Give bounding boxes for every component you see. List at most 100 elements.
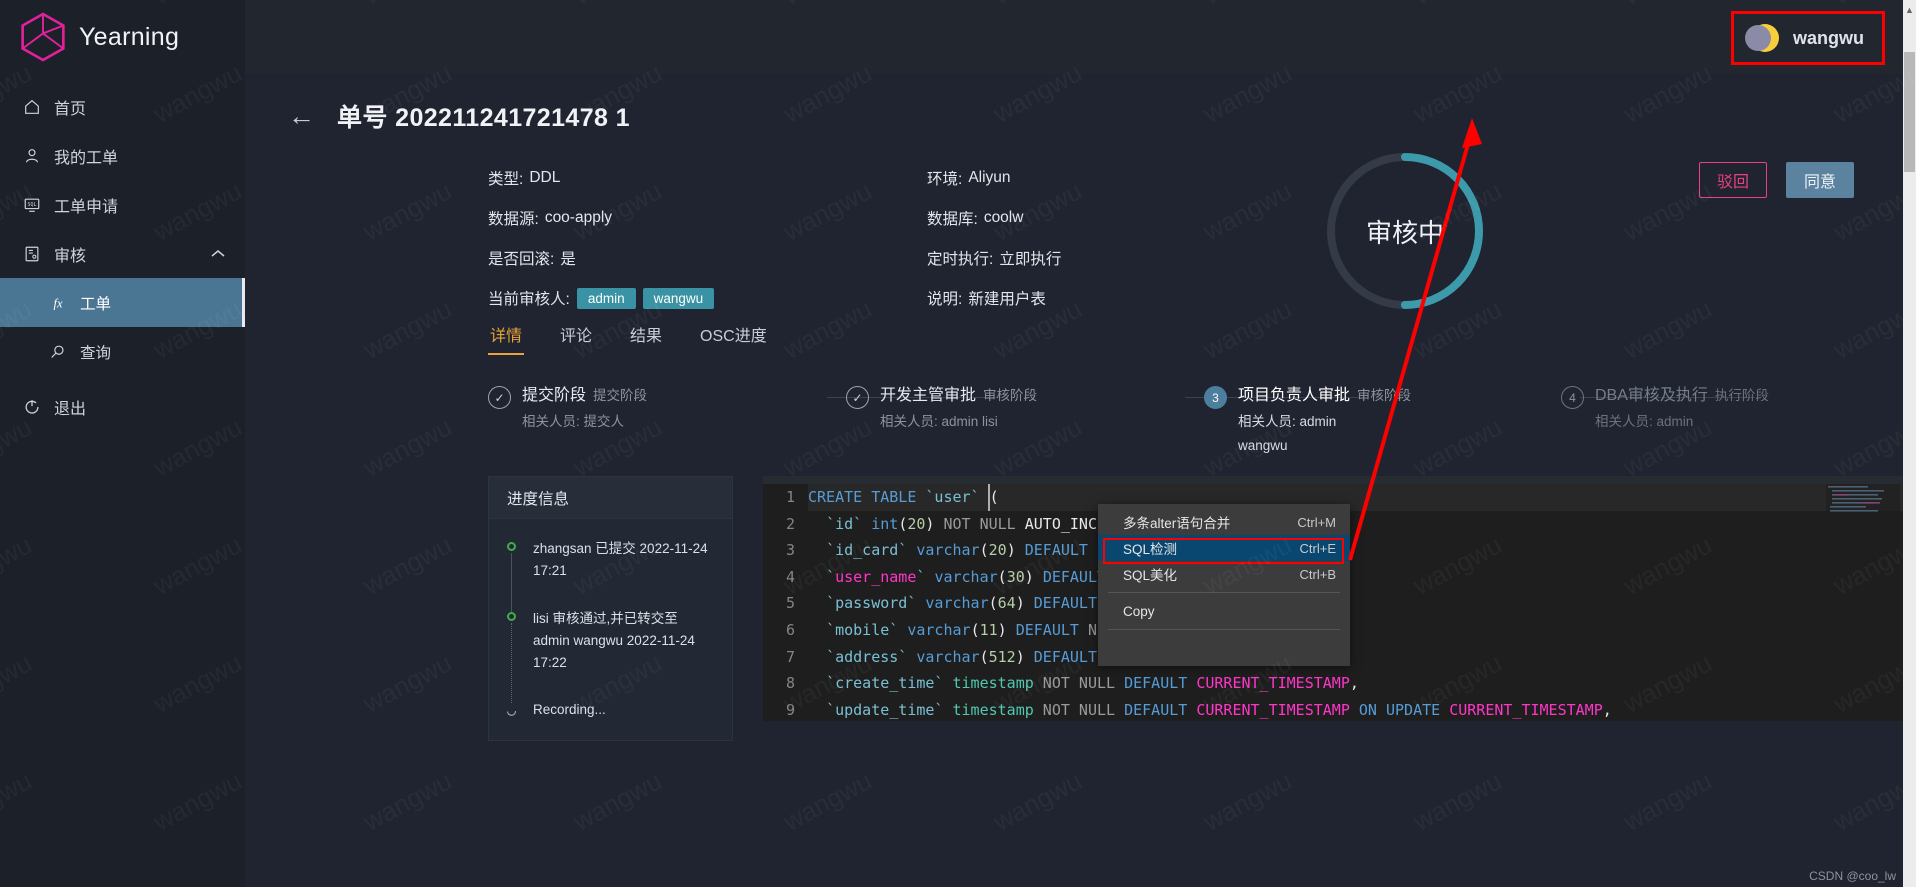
ctx-shortcut: Ctrl+B (1299, 566, 1336, 582)
reviewer-tag: admin (576, 287, 636, 309)
timeline-dot-icon (507, 611, 516, 621)
check-icon: ✓ (488, 386, 511, 409)
editor-lines[interactable]: CREATE TABLE `user` ( `id` int(20) NOT N… (808, 484, 1903, 721)
sidebar-item-query[interactable]: 查询 (0, 327, 245, 376)
step-people: 相关人员: 提交人 (522, 413, 625, 429)
back-arrow-icon[interactable]: ← (288, 102, 315, 130)
code-token: ( (979, 541, 989, 560)
editor-line[interactable]: `create_time` timestamp NOT NULL DEFAULT… (808, 670, 1903, 697)
code-token: ) (1015, 594, 1034, 613)
info-row: 说明: 新建用户表 (927, 278, 1061, 318)
timeline-item: lisi 审核通过,并已转交至 admin wangwu 2022-11-24 … (507, 608, 716, 704)
editor-line[interactable]: `password` varchar(64) DEFAULT NULL, (808, 590, 1903, 617)
editor-line[interactable]: `user_name` varchar(30) DEFAULT NULL, (808, 564, 1903, 591)
editor-line[interactable]: `mobile` varchar(11) DEFAULT NULL, (808, 617, 1903, 644)
sidebar-item-label: 工单 (80, 295, 112, 313)
sidebar-item-label: 工单申请 (54, 198, 119, 216)
sidebar-item-audit-orders[interactable]: fx 工单 (0, 278, 245, 327)
ctx-item-sql-check[interactable]: SQL检测 Ctrl+E (1098, 535, 1350, 561)
editor-context-menu[interactable]: 多条alter语句合并 Ctrl+M SQL检测 Ctrl+E SQL美化 Ct… (1098, 504, 1350, 666)
tab-detail[interactable]: 详情 (488, 316, 525, 355)
sidebar-item-logout[interactable]: 退出 (0, 382, 245, 431)
timeline-connector (511, 622, 512, 704)
code-token: , (1602, 700, 1612, 719)
timeline-text: Recording... (533, 702, 606, 718)
page-header: ← 单号 202211241721478 1 (245, 74, 1903, 134)
info-value: 新建用户表 (968, 291, 1046, 308)
timeline-item: zhangsan 已提交 2022-11-24 17:21 (507, 538, 716, 612)
workflow-steps: ✓ 提交阶段 提交阶段 相关人员: 提交人 ✓ 开发主管审批 审核阶段 相关人员: … (245, 384, 1903, 470)
order-info: 类型: DDL 数据源: coo-apply 是否回滚: 是 当前审核人: ad… (245, 153, 1903, 309)
tab-results[interactable]: 结果 (628, 316, 664, 355)
svg-text:SQL: SQL (27, 201, 36, 207)
code-token: ) (1015, 647, 1034, 666)
code-token: timestamp (952, 700, 1034, 719)
step-phase: 审核阶段 (983, 388, 1038, 403)
code-token: varchar (907, 620, 971, 639)
page-scrollbar[interactable]: ▲ (1903, 0, 1916, 887)
sidebar-item-home[interactable]: 首页 (0, 82, 245, 131)
home-icon (22, 97, 41, 116)
ctx-label: Copy (1123, 603, 1155, 619)
code-token: DEFAULT (1033, 647, 1097, 666)
code-token: `id_card` (826, 541, 908, 560)
info-value: 立即执行 (999, 251, 1062, 268)
ctx-item-command-palette[interactable] (1098, 635, 1350, 661)
svg-text:fx: fx (53, 296, 62, 310)
ctx-shortcut: Ctrl+E (1299, 540, 1336, 556)
sidebar-item-order-apply[interactable]: SQL 工单申请 (0, 180, 245, 229)
status-ring: 审核中 (1320, 146, 1490, 316)
editor-minimap[interactable] (1826, 484, 1900, 514)
code-token: `address` (826, 647, 908, 666)
editor-line[interactable]: `update_time` timestamp NOT NULL DEFAULT… (808, 697, 1903, 721)
tab-osc-progress[interactable]: OSC进度 (698, 316, 769, 355)
code-token: ) (1024, 567, 1043, 586)
info-row: 环境: Aliyun (927, 158, 1061, 198)
code-token: DEFAULT (1015, 620, 1079, 639)
info-row-reviewers: 当前审核人: admin wangwu (488, 278, 715, 318)
code-token: `update_time` (826, 700, 944, 719)
code-token: NOT NULL (1033, 674, 1125, 693)
ctx-separator (1108, 592, 1340, 593)
editor-line-number: 2 (785, 514, 795, 533)
code-token: ( (979, 647, 989, 666)
brand-logo[interactable]: Yearning (0, 0, 245, 74)
code-token: 11 (979, 620, 998, 639)
editor-line[interactable]: CREATE TABLE `user` ( (808, 484, 1903, 511)
tab-comments[interactable]: 评论 (558, 316, 594, 355)
ctx-item-copy[interactable]: Copy (1098, 598, 1350, 624)
scroll-up-arrow-icon[interactable]: ▲ (1903, 2, 1916, 18)
status-ring-label: 审核中 (1365, 217, 1444, 248)
code-token: `password` (826, 594, 917, 613)
user-menu[interactable]: wangwu (1731, 11, 1885, 65)
code-token: 30 (1006, 567, 1025, 586)
order-info-left-column: 类型: DDL 数据源: coo-apply 是否回滚: 是 当前审核人: ad… (488, 158, 715, 318)
sidebar-item-my-orders[interactable]: 我的工单 (0, 131, 245, 180)
step-number: 3 (1204, 386, 1227, 409)
code-token: , (1349, 674, 1359, 693)
user-icon (22, 146, 41, 165)
step-people: 相关人员: admin (1595, 413, 1694, 429)
step-phase: 提交阶段 (593, 388, 648, 403)
timeline-item: Recording... (506, 699, 716, 731)
editor-line[interactable]: `address` varchar(512) DEFAULT NULL, (808, 644, 1903, 671)
step-title: 开发主管审批 (880, 387, 977, 404)
chevron-up-icon[interactable] (211, 245, 225, 263)
editor-line[interactable]: `id_card` varchar(20) DEFAULT NULL, (808, 537, 1903, 564)
code-token: ` (826, 567, 836, 586)
scrollbar-thumb[interactable] (1904, 52, 1915, 172)
editor-line[interactable]: `id` int(20) NOT NULL AUTO_INCREMENT, (808, 511, 1903, 538)
info-row: 数据库: coolw (927, 198, 1061, 238)
ctx-label: 多条alter语句合并 (1123, 516, 1231, 531)
ctx-item-merge-alter[interactable]: 多条alter语句合并 Ctrl+M (1098, 509, 1350, 535)
ctx-item-sql-format[interactable]: SQL美化 Ctrl+B (1098, 561, 1350, 587)
sidebar-item-label: 我的工单 (54, 149, 119, 167)
ctx-separator (1108, 629, 1340, 630)
sidebar-item-audit[interactable]: 审核 (0, 229, 245, 278)
